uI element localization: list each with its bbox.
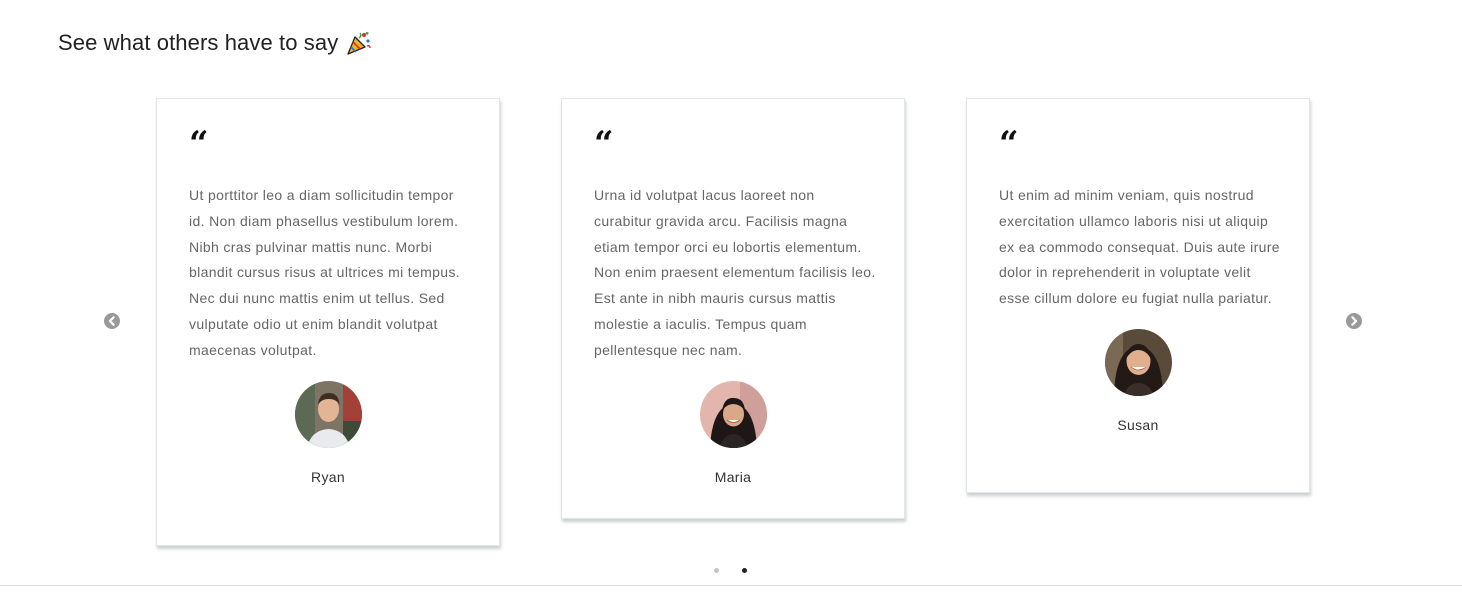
testimonial-card: “ Ut enim ad minim veniam, quis nostrud … — [966, 98, 1310, 493]
testimonial-card: “ Urna id volutpat lacus laoreet non cur… — [561, 98, 905, 519]
party-popper-icon — [346, 30, 372, 56]
testimonial-text: Urna id volutpat lacus laoreet non curab… — [594, 187, 876, 358]
carousel-next-button[interactable] — [1346, 313, 1362, 329]
testimonial-name: Maria — [714, 468, 752, 485]
carousel-pagination — [714, 568, 747, 573]
section-title: See what others have to say — [58, 30, 372, 56]
quote-icon: “ — [999, 124, 1019, 164]
testimonial-card: “ Ut porttitor leo a diam sollicitudin t… — [156, 98, 500, 546]
avatar — [1104, 328, 1172, 396]
chevron-left-circle-icon — [108, 316, 115, 326]
carousel-dot-1[interactable] — [714, 568, 719, 573]
avatar — [294, 380, 362, 448]
avatar — [699, 380, 767, 448]
section-title-text: See what others have to say — [58, 30, 339, 55]
testimonial-text: Ut enim ad minim veniam, quis nostrud ex… — [999, 187, 1280, 307]
testimonial-name: Ryan — [311, 468, 345, 485]
carousel-dot-2[interactable] — [742, 568, 747, 573]
quote-icon: “ — [594, 124, 614, 164]
chevron-right-circle-icon — [1351, 316, 1358, 326]
carousel-prev-button[interactable] — [104, 313, 120, 329]
testimonial-name: Susan — [1117, 416, 1159, 433]
testimonial-text: Ut porttitor leo a diam sollicitudin tem… — [189, 187, 461, 358]
section-divider — [0, 585, 1462, 586]
quote-icon: “ — [189, 124, 209, 164]
